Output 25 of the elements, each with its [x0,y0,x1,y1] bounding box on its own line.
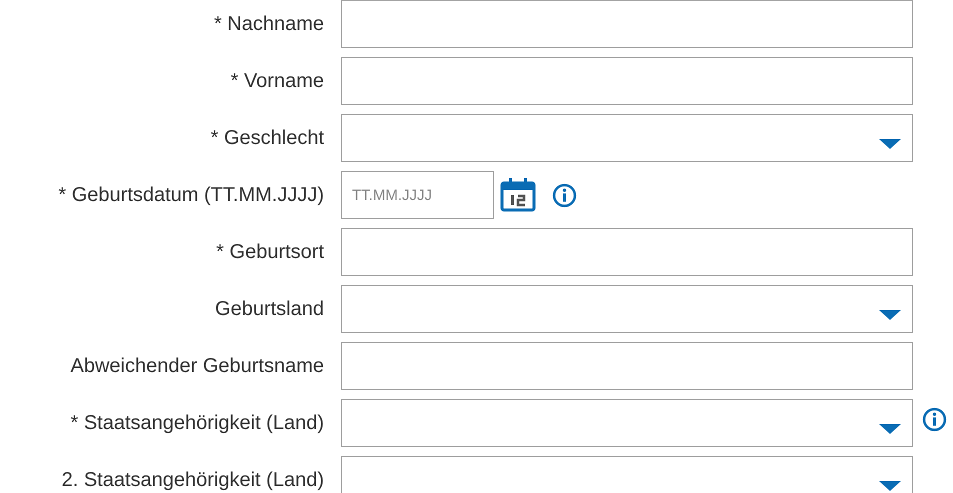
date-field[interactable]: TT.MM.JJJJ [341,171,494,219]
calendar-icon[interactable] [500,178,536,212]
text-field[interactable] [341,57,913,105]
dropdown-field[interactable] [341,285,913,333]
text-field[interactable] [341,228,913,276]
info-icon[interactable] [552,182,577,208]
dropdown-field[interactable] [341,456,913,493]
field-label: Abweichender Geburtsname [70,354,324,378]
field-label: * Geschlecht [210,126,324,150]
dropdown-field[interactable] [341,114,913,162]
info-icon[interactable] [922,407,947,432]
chevron-down-icon [879,138,901,150]
chevron-down-icon [879,309,901,321]
text-field[interactable] [341,0,913,48]
field-label: * Vorname [230,70,324,92]
chevron-down-icon [879,480,901,492]
field-label: * Staatsangehörigkeit (Land) [70,412,324,434]
dropdown-field[interactable] [341,399,913,447]
field-label: 2. Staatsangehörigkeit (Land) [60,468,324,492]
field-label: * Nachname [212,12,324,36]
chevron-down-icon [879,423,901,435]
field-label: * Geburtsort [215,240,324,264]
field-label: Geburtsland [214,298,324,320]
field-label: * Geburtsdatum (TT.MM.JJJJ) [57,184,324,206]
text-field[interactable] [341,342,913,390]
